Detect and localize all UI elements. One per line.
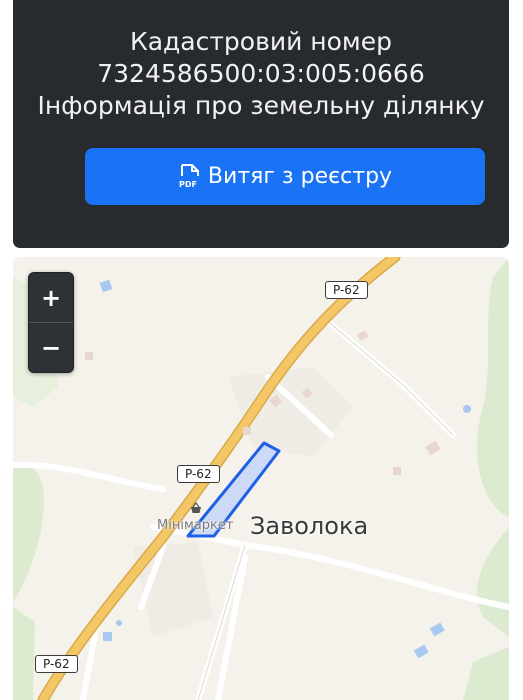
water-feature	[429, 622, 445, 637]
svg-text:PDF: PDF	[179, 180, 197, 189]
water-feature	[103, 632, 112, 641]
forest-area-bottom-left	[13, 607, 35, 700]
building	[357, 330, 369, 341]
building	[85, 352, 93, 360]
building	[393, 467, 401, 475]
cadastral-info-card: Кадастровий номер 7324586500:03:005:0666…	[13, 0, 509, 248]
forest-area-left	[13, 465, 44, 602]
minor-road	[242, 542, 509, 610]
map-view[interactable]: P-62 P-62 P-62 Мінімаркет Заволока + −	[13, 257, 509, 700]
building	[425, 440, 441, 456]
registry-extract-label: Витяг з реєстру	[207, 164, 393, 189]
building	[243, 427, 251, 435]
road-label-p62: P-62	[35, 655, 78, 673]
forest-area-right	[477, 257, 509, 517]
water-feature	[463, 405, 471, 413]
zoom-control: + −	[28, 272, 74, 373]
forest-area-corner	[463, 647, 509, 700]
road-label-p62: P-62	[177, 465, 220, 483]
pdf-file-icon: PDF	[179, 163, 199, 189]
water-feature	[413, 644, 429, 659]
cadastral-number: 7324586500:03:005:0666	[97, 59, 425, 88]
shopping-basket-icon[interactable]	[189, 501, 203, 515]
forest-area-right-bottom	[477, 527, 509, 637]
water-feature	[116, 620, 122, 626]
zoom-out-button[interactable]: −	[29, 323, 73, 373]
subtitle: Інформація про земельну ділянку	[37, 91, 485, 120]
map-canvas	[13, 257, 509, 700]
water-feature	[99, 279, 113, 293]
title-block: Кадастровий номер 7324586500:03:005:0666…	[13, 26, 509, 122]
road-label-p62: P-62	[325, 281, 368, 299]
place-label: Заволока	[250, 512, 369, 540]
zoom-in-button[interactable]: +	[29, 273, 73, 323]
title-line: Кадастровий номер	[129, 27, 393, 56]
registry-extract-button[interactable]: PDF Витяг з реєстру	[85, 148, 485, 205]
poi-label[interactable]: Мінімаркет	[157, 518, 233, 533]
